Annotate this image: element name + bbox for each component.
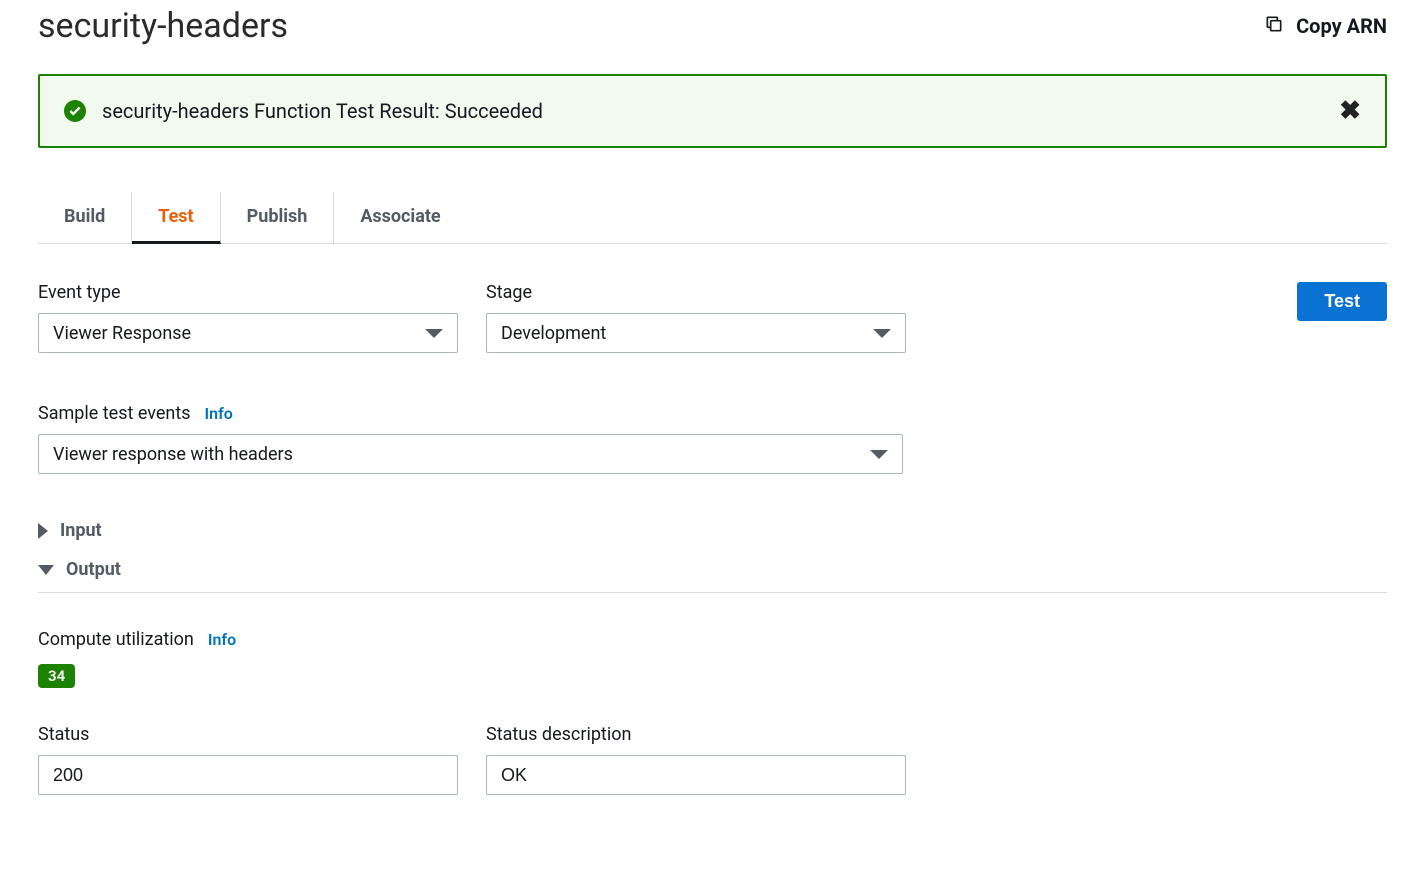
chevron-down-icon [873, 329, 891, 338]
caret-right-icon [38, 523, 48, 539]
compute-utilization-label: Compute utilization [38, 629, 194, 650]
alert-message: security-headers Function Test Result: S… [102, 99, 543, 123]
output-section-toggle[interactable]: Output [38, 559, 1387, 580]
copy-icon [1264, 14, 1284, 39]
status-description-field[interactable] [486, 755, 906, 795]
sample-events-info-link[interactable]: Info [205, 404, 233, 423]
close-icon[interactable]: ✖ [1339, 96, 1361, 126]
output-section-label: Output [66, 559, 121, 580]
sample-events-value: Viewer response with headers [53, 444, 293, 465]
copy-arn-label: Copy ARN [1296, 14, 1387, 38]
tab-bar: Build Test Publish Associate [38, 192, 1387, 244]
check-circle-icon [64, 100, 86, 122]
tab-associate[interactable]: Associate [334, 192, 466, 243]
sample-events-select[interactable]: Viewer response with headers [38, 434, 903, 474]
event-type-label: Event type [38, 282, 458, 303]
event-type-select[interactable]: Viewer Response [38, 313, 458, 353]
tab-publish[interactable]: Publish [221, 192, 335, 243]
event-type-value: Viewer Response [53, 323, 191, 344]
status-label: Status [38, 724, 458, 745]
caret-down-icon [38, 565, 54, 575]
tab-test[interactable]: Test [132, 192, 220, 244]
copy-arn-button[interactable]: Copy ARN [1264, 14, 1387, 39]
input-section-label: Input [60, 520, 102, 541]
input-section-toggle[interactable]: Input [38, 520, 1387, 541]
chevron-down-icon [870, 450, 888, 459]
status-field[interactable] [38, 755, 458, 795]
stage-select[interactable]: Development [486, 313, 906, 353]
test-button[interactable]: Test [1297, 282, 1387, 321]
success-alert: security-headers Function Test Result: S… [38, 74, 1387, 148]
stage-label: Stage [486, 282, 906, 303]
compute-utilization-badge: 34 [38, 664, 75, 688]
divider [38, 592, 1387, 593]
stage-value: Development [501, 323, 606, 344]
compute-utilization-info-link[interactable]: Info [208, 630, 236, 649]
tab-build[interactable]: Build [38, 192, 132, 243]
chevron-down-icon [425, 329, 443, 338]
status-description-label: Status description [486, 724, 906, 745]
page-title: security-headers [38, 6, 288, 46]
sample-events-label: Sample test events [38, 403, 191, 424]
